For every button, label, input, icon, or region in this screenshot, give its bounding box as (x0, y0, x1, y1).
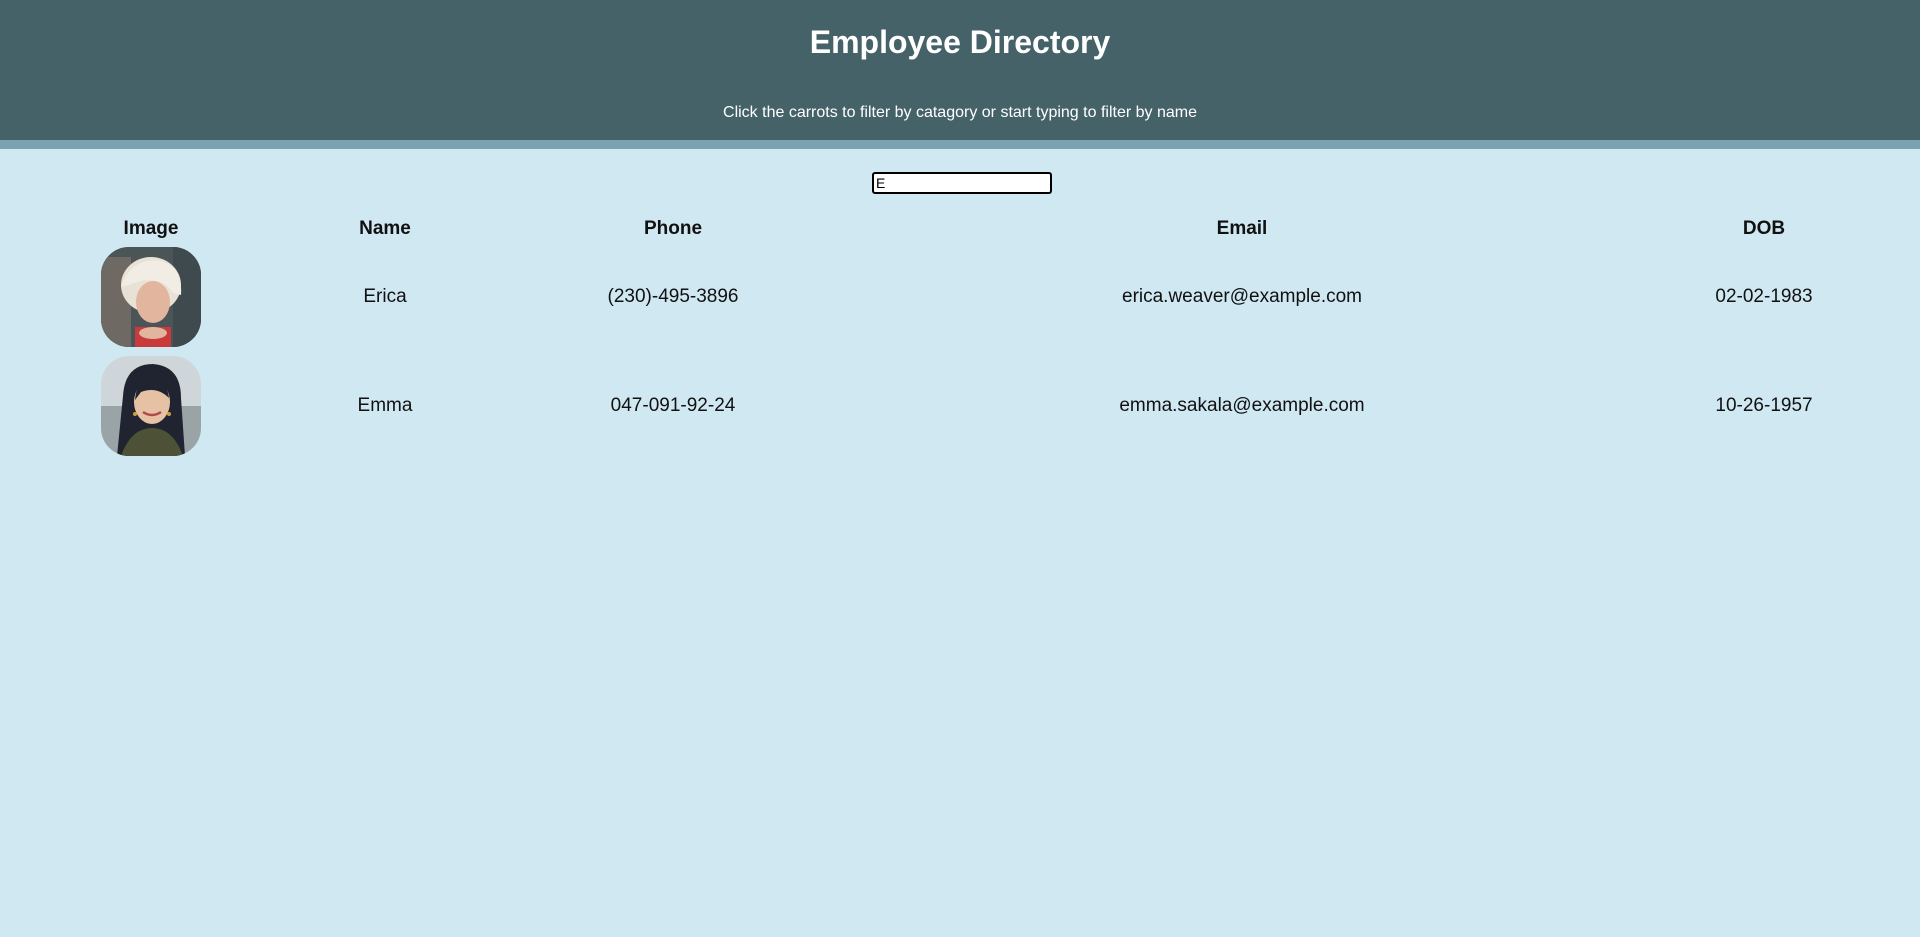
employee-dob: 02-02-1983 (1715, 286, 1813, 307)
page-subtitle: Click the carrots to filter by catagory … (723, 104, 1197, 121)
column-header-name[interactable]: Name (359, 218, 411, 240)
column-header-image[interactable]: Image (124, 218, 179, 240)
avatar (101, 356, 201, 456)
page-header: Employee Directory Click the carrots to … (0, 0, 1920, 149)
employee-email: emma.sakala@example.com (1119, 395, 1365, 416)
column-header-dob[interactable]: DOB (1743, 218, 1785, 240)
employee-name: Erica (363, 286, 407, 307)
employee-email: erica.weaver@example.com (1122, 286, 1362, 307)
column-header-email[interactable]: Email (1217, 218, 1268, 240)
employee-phone: (230)-495-3896 (607, 286, 739, 307)
employee-name: Emma (357, 395, 413, 416)
avatar (101, 247, 201, 347)
table-row: Erica (230)-495-3896 erica.weaver@exampl… (0, 247, 1920, 347)
employee-phone: 047-091-92-24 (610, 395, 736, 416)
employee-dob: 10-26-1957 (1715, 395, 1813, 416)
avatar-photo-erica-icon (101, 247, 201, 347)
avatar-photo-emma-icon (101, 356, 201, 456)
column-header-phone[interactable]: Phone (644, 218, 702, 240)
table-row: Emma 047-091-92-24 emma.sakala@example.c… (0, 356, 1920, 456)
search-input[interactable] (872, 172, 1052, 194)
page-title: Employee Directory (809, 24, 1111, 60)
